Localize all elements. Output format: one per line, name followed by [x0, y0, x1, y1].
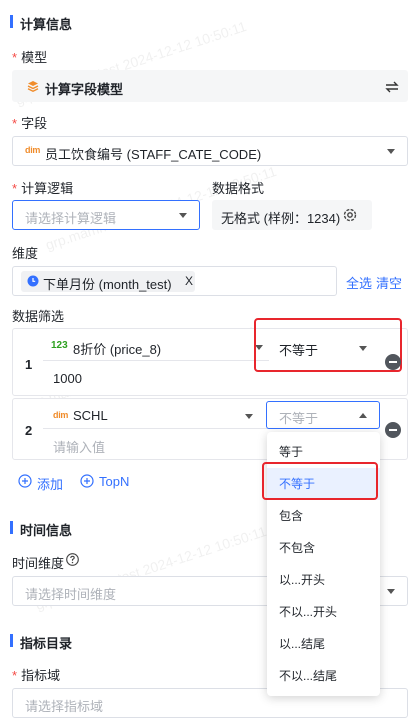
filter-operator-value: 不等于 — [279, 411, 319, 426]
calc-logic-select[interactable]: 请选择计算逻辑 — [12, 200, 200, 230]
add-icon[interactable] — [18, 474, 32, 488]
filter-field-value: 8折价 (price_8) — [73, 342, 162, 357]
topn-link[interactable]: TopN — [99, 474, 129, 489]
remove-filter-icon[interactable] — [385, 354, 401, 370]
section-title-calc-info: 计算信息 — [10, 14, 72, 33]
filter-value[interactable]: 1000 — [53, 371, 82, 386]
model-label: * 模型 — [12, 50, 48, 65]
remove-filter-icon[interactable] — [385, 422, 401, 438]
swap-icon[interactable] — [385, 81, 399, 93]
add-icon[interactable] — [80, 474, 94, 488]
clock-icon — [27, 275, 39, 287]
section-title-time-info: 时间信息 — [10, 520, 72, 539]
menu-item-not-ends-with[interactable]: 不以...结尾 — [267, 660, 380, 692]
filter-operator-select[interactable]: 不等于 — [266, 401, 380, 429]
stack-icon — [27, 81, 39, 92]
chevron-down-icon — [245, 414, 253, 419]
filter-value-input[interactable]: 请输入值 — [53, 437, 105, 456]
time-dimension-placeholder: 请选择时间维度 — [25, 587, 117, 602]
menu-item-not-starts-with[interactable]: 不以...开头 — [267, 596, 380, 628]
clear-link[interactable]: 清空 — [376, 273, 402, 292]
menu-item-ends-with[interactable]: 以...结尾 — [267, 628, 380, 660]
model-select[interactable]: 计算字段模型 — [12, 70, 408, 102]
chevron-down-icon — [387, 589, 395, 594]
time-dimension-label: 时间维度 — [12, 556, 65, 571]
menu-item-not-contains[interactable]: 不包含 — [267, 532, 380, 564]
calc-logic-placeholder: 请选择计算逻辑 — [25, 211, 117, 226]
number-icon: 123 — [51, 340, 68, 351]
dimension-select[interactable]: 下单月份 (month_test) X — [12, 266, 337, 296]
section-title-metric-catalog: 指标目录 — [10, 633, 72, 652]
dim-icon: dim — [53, 410, 69, 420]
dimension-tag: 下单月份 (month_test) X — [21, 271, 195, 292]
field-value: 员工饮食编号 (STAFF_CATE_CODE) — [45, 147, 262, 162]
filter-row-index: 2 — [25, 423, 33, 438]
chevron-up-icon — [359, 413, 367, 418]
data-format-value: 无格式 (样例：1234) — [221, 211, 341, 226]
field-label: * 字段 — [12, 116, 48, 131]
highlight-operator-1 — [254, 318, 402, 372]
field-select[interactable]: dim 员工饮食编号 (STAFF_CATE_CODE) — [12, 136, 408, 166]
add-filter-link[interactable]: 添加 — [37, 474, 63, 493]
close-icon[interactable]: X — [185, 274, 193, 288]
gear-icon[interactable] — [342, 207, 358, 223]
model-value: 计算字段模型 — [45, 82, 124, 97]
data-format-label: 数据格式 — [212, 181, 265, 196]
filter-row-index: 1 — [25, 357, 33, 372]
menu-item-starts-with[interactable]: 以...开头 — [267, 564, 380, 596]
calc-logic-label: * 计算逻辑 — [12, 181, 74, 196]
chevron-down-icon — [387, 149, 395, 154]
dimension-tag-label: 下单月份 (month_test) — [43, 277, 172, 292]
help-icon[interactable] — [66, 553, 79, 566]
metric-domain-label: * 指标域 — [12, 668, 61, 683]
menu-item-contains[interactable]: 包含 — [267, 500, 380, 532]
filter-label: 数据筛选 — [12, 309, 65, 324]
select-all-link[interactable]: 全选 — [346, 273, 372, 292]
filter-field-select[interactable]: 123 8折价 (price_8) — [43, 335, 269, 361]
filter-field-value: SCHL — [73, 408, 108, 423]
highlight-menu-item — [262, 462, 378, 500]
dim-icon: dim — [25, 145, 41, 155]
metric-domain-placeholder: 请选择指标域 — [25, 699, 104, 714]
chevron-down-icon — [179, 213, 187, 218]
dimension-label: 维度 — [12, 246, 39, 261]
filter-field-select[interactable]: dim SCHL — [43, 403, 269, 429]
